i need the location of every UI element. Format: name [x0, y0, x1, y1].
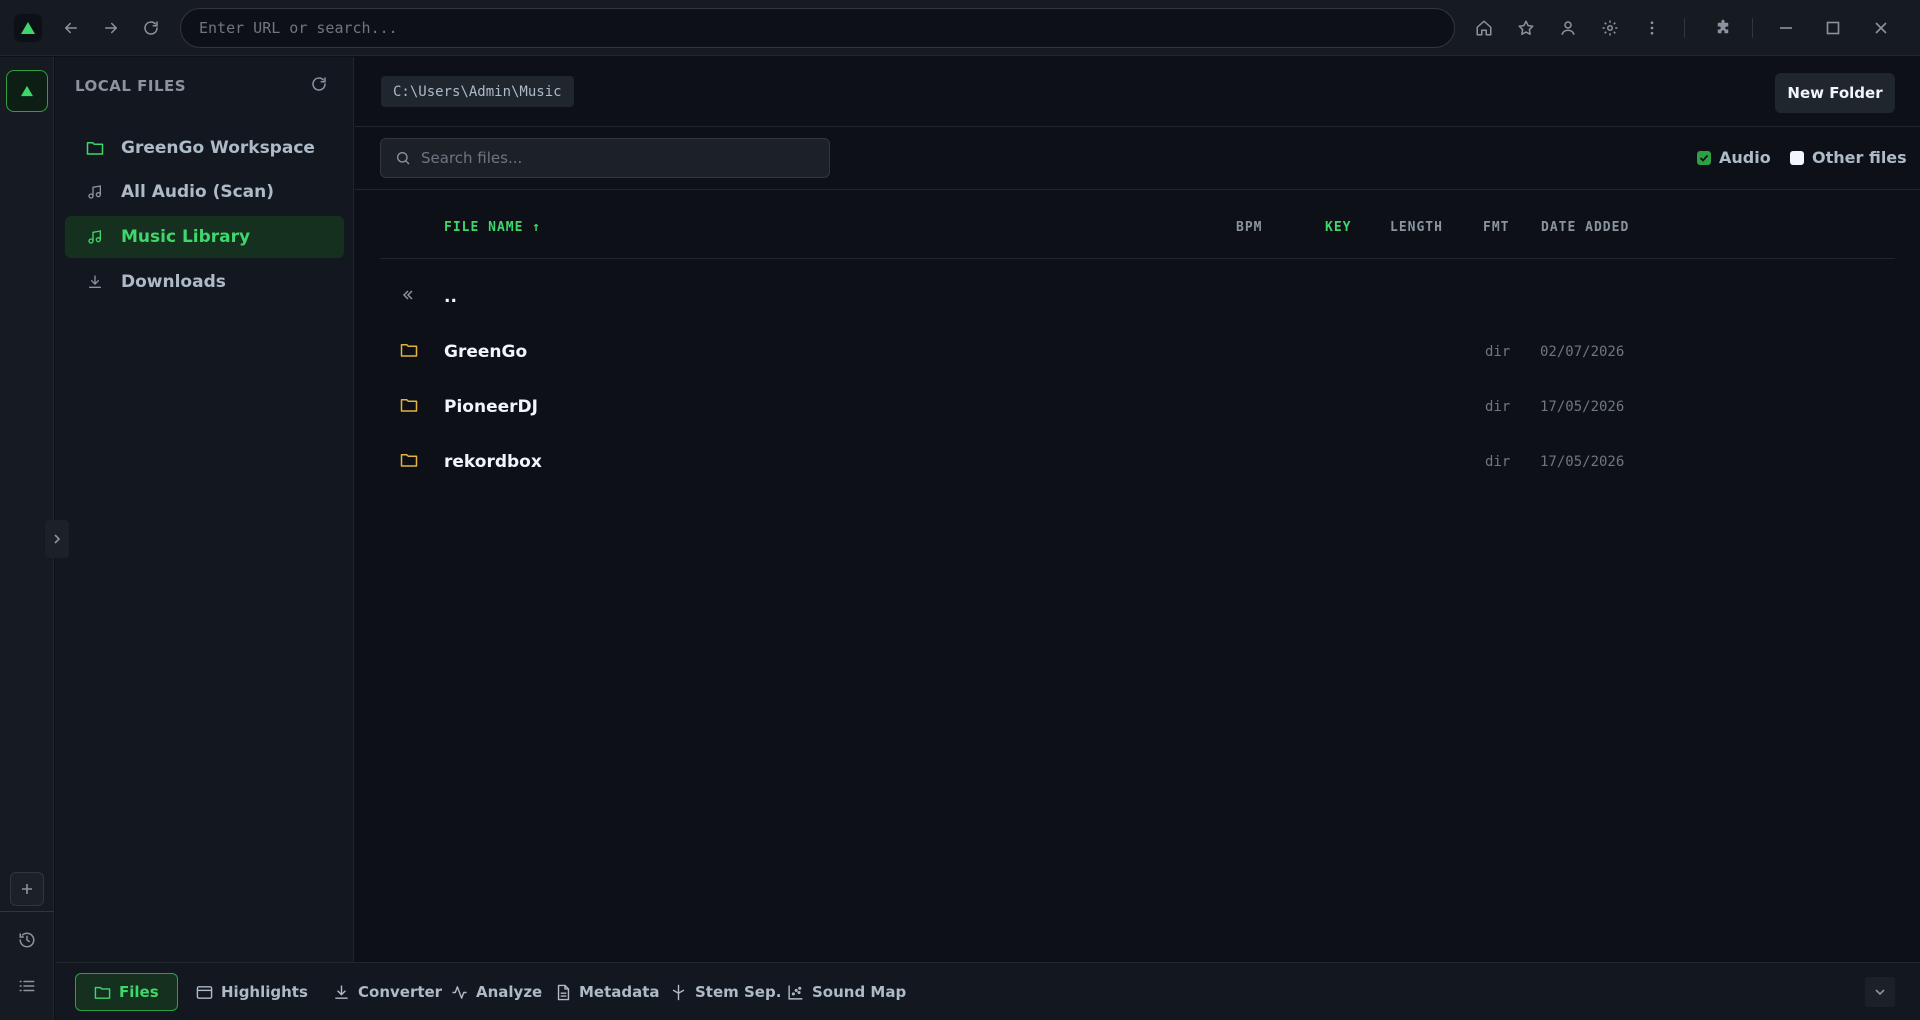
file-format: dir: [1485, 399, 1511, 415]
tab-label: Highlights: [221, 983, 308, 1001]
folder-icon: [400, 397, 418, 413]
tab-highlights[interactable]: Highlights: [178, 973, 326, 1011]
search-box[interactable]: [380, 138, 830, 178]
filter-bar: Audio Other files: [355, 128, 1920, 190]
more-icon[interactable]: [1638, 14, 1666, 42]
folder-icon: [400, 452, 418, 468]
maximize-icon[interactable]: [1819, 14, 1847, 42]
home-icon[interactable]: [1470, 14, 1498, 42]
current-path[interactable]: C:\Users\Admin\Music: [381, 76, 574, 107]
file-date: 17/05/2026: [1540, 399, 1625, 415]
local-files-sidebar: LOCAL FILES GreenGo Workspace All Audio …: [55, 57, 354, 962]
scatter-chart-icon: [787, 984, 804, 1001]
history-icon[interactable]: [14, 927, 40, 953]
download-icon: [85, 274, 105, 290]
forward-icon[interactable]: [97, 14, 125, 42]
other-files-checkbox[interactable]: [1790, 150, 1804, 165]
column-date-added[interactable]: DATE ADDED: [1541, 220, 1629, 235]
star-icon[interactable]: [1512, 14, 1540, 42]
tab-label: Metadata: [579, 983, 660, 1001]
close-icon[interactable]: [1867, 14, 1895, 42]
folder-icon: [400, 342, 418, 358]
rail-divider: [0, 911, 54, 912]
tab-label: Analyze: [476, 983, 543, 1001]
parent-directory-label: ..: [444, 287, 457, 307]
workspace-logo[interactable]: [6, 70, 48, 112]
document-icon: [556, 984, 571, 1001]
music-note-icon: [85, 184, 105, 200]
file-format: dir: [1485, 454, 1511, 470]
table-row[interactable]: rekordbox dir 17/05/2026: [380, 440, 1895, 484]
download-icon: [333, 984, 350, 1001]
reload-icon[interactable]: [137, 14, 165, 42]
column-key[interactable]: KEY: [1325, 220, 1351, 235]
url-bar[interactable]: [180, 8, 1455, 48]
search-icon: [395, 150, 411, 166]
file-date: 17/05/2026: [1540, 454, 1625, 470]
folder-icon: [94, 985, 111, 1000]
tab-label: Files: [119, 983, 159, 1001]
sidebar-item-greengo-workspace[interactable]: GreenGo Workspace: [65, 127, 344, 169]
chevrons-left-icon: [400, 287, 416, 303]
column-length[interactable]: LENGTH: [1390, 220, 1443, 235]
file-browser: C:\Users\Admin\Music New Folder Audio Ot…: [355, 57, 1920, 962]
minimize-icon[interactable]: [1772, 14, 1800, 42]
column-file-name[interactable]: FILE NAME ↑: [444, 220, 541, 235]
table-row[interactable]: GreenGo dir 02/07/2026: [380, 330, 1895, 374]
tab-label: Converter: [358, 983, 443, 1001]
new-folder-button[interactable]: New Folder: [1775, 73, 1895, 113]
window-icon: [196, 985, 213, 1000]
sidebar-item-label: Music Library: [121, 227, 251, 247]
activity-icon: [451, 984, 468, 1001]
bottom-toolbar: Files Highlights Converter Analyze Metad…: [55, 962, 1920, 1020]
file-date: 02/07/2026: [1540, 344, 1625, 360]
toolbar-divider: [1684, 18, 1685, 38]
sidebar-item-all-audio[interactable]: All Audio (Scan): [65, 171, 344, 213]
sidebar-collapse-handle[interactable]: [45, 520, 69, 558]
file-name: rekordbox: [444, 452, 542, 472]
app-logo[interactable]: [14, 14, 42, 42]
folder-icon: [85, 140, 105, 156]
path-bar: C:\Users\Admin\Music New Folder: [355, 57, 1920, 127]
column-bpm[interactable]: BPM: [1236, 220, 1262, 235]
extensions-icon[interactable]: [1709, 14, 1737, 42]
search-input[interactable]: [421, 149, 801, 167]
other-files-filter-label: Other files: [1812, 148, 1907, 167]
list-icon[interactable]: [14, 973, 40, 999]
header-divider: [380, 258, 1895, 259]
sidebar-item-music-library[interactable]: Music Library: [65, 216, 344, 258]
url-input[interactable]: [199, 19, 1454, 37]
back-icon[interactable]: [57, 14, 85, 42]
user-icon[interactable]: [1554, 14, 1582, 42]
parent-directory-row[interactable]: ..: [380, 275, 1895, 319]
tab-label: Sound Map: [812, 983, 907, 1001]
split-icon: [670, 984, 687, 1001]
tab-sound-map[interactable]: Sound Map: [769, 973, 924, 1011]
sidebar-item-downloads[interactable]: Downloads: [65, 261, 344, 303]
music-note-icon: [85, 229, 105, 245]
column-fmt[interactable]: FMT: [1483, 220, 1509, 235]
file-format: dir: [1485, 344, 1511, 360]
sidebar-item-label: GreenGo Workspace: [121, 138, 315, 158]
refresh-icon[interactable]: [310, 75, 328, 93]
other-files-filter[interactable]: Other files: [1790, 148, 1907, 167]
browser-toolbar: [0, 0, 1920, 56]
audio-filter[interactable]: Audio: [1697, 148, 1771, 167]
chevron-down-icon[interactable]: [1865, 977, 1895, 1007]
file-name: PioneerDJ: [444, 397, 538, 417]
sidebar-item-label: Downloads: [121, 272, 226, 292]
table-row[interactable]: PioneerDJ dir 17/05/2026: [380, 385, 1895, 429]
settings-icon[interactable]: [1596, 14, 1624, 42]
audio-filter-label: Audio: [1719, 148, 1771, 167]
toolbar-divider: [1752, 18, 1753, 38]
sidebar-item-label: All Audio (Scan): [121, 182, 275, 202]
file-name: GreenGo: [444, 342, 528, 362]
add-workspace-button[interactable]: [10, 872, 44, 906]
audio-checkbox[interactable]: [1697, 150, 1711, 165]
sidebar-title: LOCAL FILES: [75, 77, 187, 95]
tab-files[interactable]: Files: [75, 973, 178, 1011]
